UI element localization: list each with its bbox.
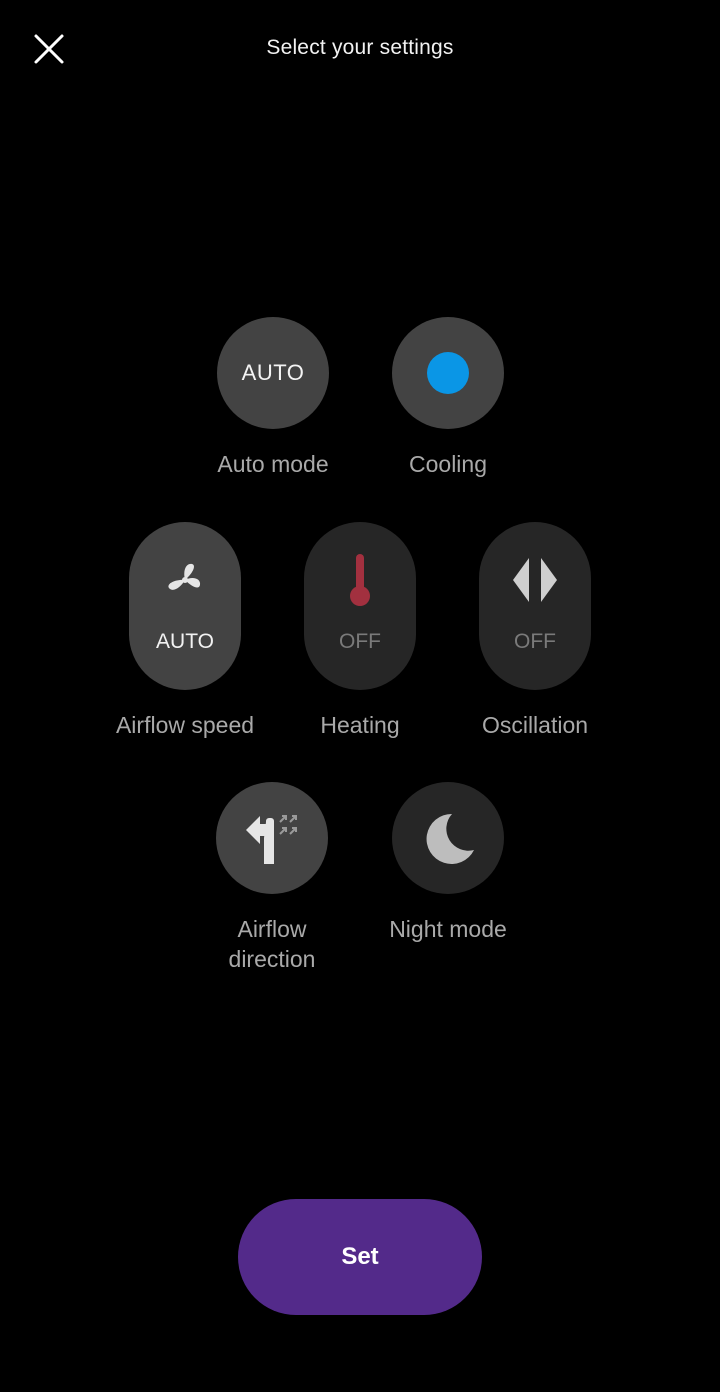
fan-icon	[168, 563, 201, 590]
auto-mode-control: AUTO Auto mode	[173, 317, 373, 479]
cooling-control: Cooling	[348, 317, 548, 479]
header: Select your settings	[0, 0, 720, 100]
blue-dot-icon	[427, 352, 469, 394]
heating-control: OFF Heating	[260, 522, 460, 740]
airflow-direction-icon	[246, 815, 297, 864]
heating-label: Heating	[320, 712, 400, 738]
airflow-direction-control: Airflow direction	[172, 782, 372, 974]
heating-state: OFF	[339, 630, 381, 653]
oscillation-state: OFF	[514, 630, 556, 653]
oscillation-button[interactable]: OFF	[479, 522, 591, 690]
oscillation-control: OFF Oscillation	[435, 522, 635, 740]
oscillation-arrows-icon	[513, 558, 557, 602]
airflow-speed-button[interactable]: AUTO	[129, 522, 241, 690]
auto-mode-label: Auto mode	[217, 451, 329, 477]
night-mode-control: Night mode	[348, 782, 548, 944]
airflow-direction-label-line1: Airflow	[237, 916, 307, 942]
night-mode-button[interactable]	[392, 782, 504, 894]
airflow-direction-label: Airflow direction	[172, 914, 372, 974]
moon-icon	[426, 813, 474, 864]
airflow-speed-control: AUTO Airflow speed	[85, 522, 285, 740]
airflow-speed-label: Airflow speed	[115, 712, 255, 738]
airflow-direction-label-line2: direction	[228, 946, 316, 972]
auto-mode-text: AUTO	[241, 360, 305, 385]
auto-mode-button[interactable]: AUTO	[217, 317, 329, 429]
airflow-speed-state: AUTO	[156, 630, 214, 653]
cooling-button[interactable]	[392, 317, 504, 429]
airflow-direction-button[interactable]	[216, 782, 328, 894]
set-button[interactable]: Set	[238, 1199, 482, 1315]
cooling-label: Cooling	[409, 451, 487, 477]
oscillation-label: Oscillation	[481, 712, 589, 738]
night-mode-label: Night mode	[389, 916, 507, 942]
heating-button[interactable]: OFF	[304, 522, 416, 690]
page-title: Select your settings	[266, 36, 454, 59]
thermometer-icon	[350, 554, 370, 606]
